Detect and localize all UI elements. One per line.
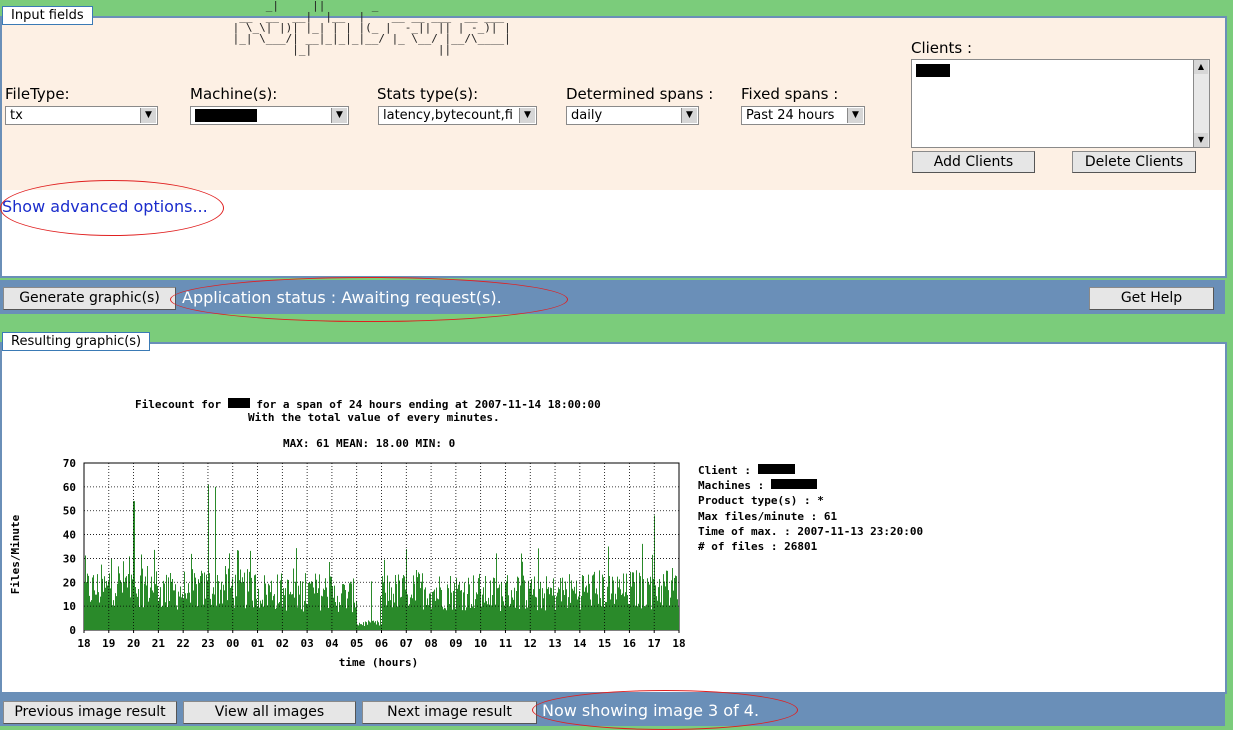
chevron-down-icon: ▼ xyxy=(847,108,863,123)
x-tick-label: 18 xyxy=(672,637,685,650)
filecount-chart: 0 10 20 30 40 50 60 70 18 19 20 21 22 23 00 01 02 03 04 05 0… xyxy=(9,457,686,669)
stats-type-select[interactable]: latency,bytecount,fi ▼ xyxy=(378,106,537,125)
info-machines-label: Machines : xyxy=(698,479,765,492)
y-tick-label: 0 xyxy=(69,624,76,637)
chart-title-prefix: Filecount for xyxy=(135,398,222,411)
fixed-spans-label: Fixed spans : xyxy=(741,85,839,103)
x-tick-label: 05 xyxy=(350,637,363,650)
x-tick-label: 19 xyxy=(102,637,115,650)
chevron-down-icon: ▼ xyxy=(519,108,535,123)
x-tick-label: 06 xyxy=(375,637,389,650)
redacted-client xyxy=(757,464,795,474)
redacted-machine xyxy=(195,109,257,122)
resulting-graphics-legend: Resulting graphic(s) xyxy=(2,332,151,351)
delete-clients-button[interactable]: Delete Clients xyxy=(1072,151,1196,173)
x-tick-label: 02 xyxy=(276,637,289,650)
y-tick-label: 20 xyxy=(63,576,76,589)
x-tick-label: 12 xyxy=(524,637,537,650)
x-tick-label: 17 xyxy=(648,637,661,650)
y-tick-label: 10 xyxy=(63,600,76,613)
determined-spans-value: daily xyxy=(571,108,603,123)
x-tick-label: 01 xyxy=(251,637,265,650)
chevron-down-icon: ▼ xyxy=(140,108,156,123)
filetype-value: tx xyxy=(10,108,23,123)
scroll-up-icon[interactable]: ▲ xyxy=(1194,60,1208,74)
showing-image-status: Now showing image 3 of 4. xyxy=(542,701,760,720)
y-axis-label: Files/Minute xyxy=(9,514,22,594)
info-client-label: Client : xyxy=(698,464,751,477)
scroll-down-icon[interactable]: ▼ xyxy=(1194,133,1208,147)
fixed-spans-select[interactable]: Past 24 hours ▼ xyxy=(741,106,865,125)
chart-title-suffix: for a span of 24 hours ending at 2007-11… xyxy=(256,398,601,411)
y-tick-label: 30 xyxy=(63,552,76,565)
chart-title: Filecount for for a span of 24 hours end… xyxy=(135,398,601,411)
x-tick-label: 04 xyxy=(325,637,339,650)
add-clients-button[interactable]: Add Clients xyxy=(912,151,1035,173)
machines-select[interactable]: ▼ xyxy=(190,106,349,125)
view-all-images-button[interactable]: View all images xyxy=(183,701,356,724)
y-tick-label: 40 xyxy=(63,529,76,542)
y-tick-label: 60 xyxy=(63,481,76,494)
machines-label: Machine(s): xyxy=(190,85,278,103)
x-tick-label: 03 xyxy=(301,637,314,650)
x-axis-label: time (hours) xyxy=(339,656,418,669)
x-tick-label: 13 xyxy=(548,637,561,650)
x-tick-label: 16 xyxy=(623,637,637,650)
fixed-spans-value: Past 24 hours xyxy=(746,108,835,123)
clients-listbox[interactable]: ▲ ▼ xyxy=(911,59,1210,148)
x-tick-label: 20 xyxy=(127,637,140,650)
determined-spans-select[interactable]: daily ▼ xyxy=(566,106,699,125)
chart-stats: MAX: 61 MEAN: 18.00 MIN: 0 xyxy=(283,437,456,450)
clients-scrollbar[interactable]: ▲ ▼ xyxy=(1193,60,1209,147)
info-client: Client : xyxy=(698,464,795,477)
x-tick-label: 10 xyxy=(474,637,487,650)
chevron-down-icon: ▼ xyxy=(681,108,697,123)
generate-graphics-button[interactable]: Generate graphic(s) xyxy=(3,287,176,310)
redacted-machines xyxy=(770,479,817,489)
filetype-select[interactable]: tx ▼ xyxy=(5,106,158,125)
determined-spans-label: Determined spans : xyxy=(566,85,714,103)
x-tick-label: 11 xyxy=(499,637,513,650)
previous-image-button[interactable]: Previous image result xyxy=(3,701,177,724)
info-num-files: # of files : 26801 xyxy=(698,540,818,553)
x-tick-label: 07 xyxy=(400,637,413,650)
input-fields-legend: Input fields xyxy=(2,6,93,25)
filetype-label: FileType: xyxy=(5,85,70,103)
show-advanced-options-link[interactable]: Show advanced options... xyxy=(2,197,208,216)
y-tick-label: 50 xyxy=(63,505,76,518)
x-tick-label: 14 xyxy=(573,637,587,650)
x-tick-label: 22 xyxy=(177,637,190,650)
info-time-of-max: Time of max. : 2007-11-13 23:20:00 xyxy=(698,525,924,538)
clients-label: Clients : xyxy=(911,39,973,57)
x-tick-label: 09 xyxy=(449,637,462,650)
stats-type-value: latency,bytecount,fi xyxy=(383,108,513,123)
application-status: Application status : Awaiting request(s)… xyxy=(182,288,502,307)
info-machines: Machines : xyxy=(698,479,817,492)
info-max-files: Max files/minute : 61 xyxy=(698,510,838,523)
y-tick-label: 70 xyxy=(63,457,76,470)
chevron-down-icon: ▼ xyxy=(331,108,347,123)
ascii-banner: _| || _ __ __ __| |__ | __ __ ___ __ ___… xyxy=(232,0,511,56)
x-tick-label: 15 xyxy=(598,637,611,650)
next-image-button[interactable]: Next image result xyxy=(362,701,537,724)
x-tick-label: 00 xyxy=(226,637,239,650)
redacted-client xyxy=(227,398,250,408)
x-tick-label: 21 xyxy=(152,637,166,650)
chart-subtitle: With the total value of every minutes. xyxy=(248,411,500,424)
x-tick-label: 08 xyxy=(424,637,437,650)
x-tick-label: 23 xyxy=(201,637,214,650)
info-product-types: Product type(s) : * xyxy=(698,494,824,507)
x-tick-label: 18 xyxy=(77,637,90,650)
get-help-button[interactable]: Get Help xyxy=(1089,287,1214,310)
stats-type-label: Stats type(s): xyxy=(377,85,479,103)
redacted-client[interactable] xyxy=(916,64,950,77)
